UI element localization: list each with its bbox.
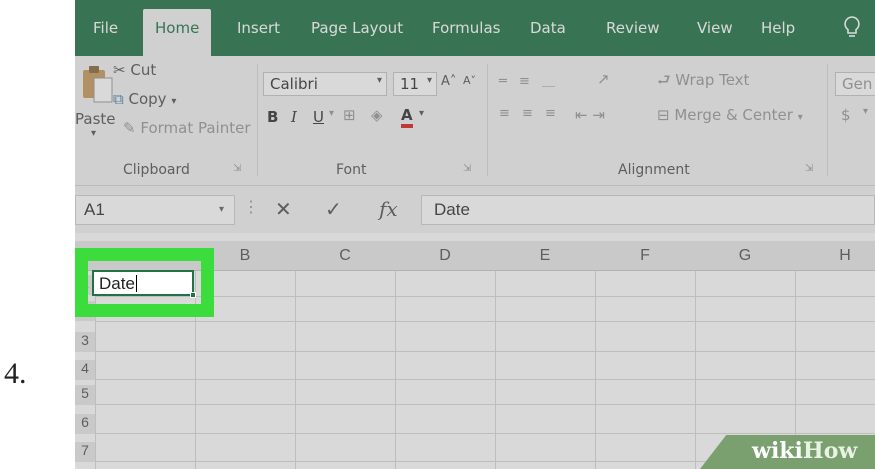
font-group-label: Font bbox=[336, 162, 367, 178]
excel-window: File Home Insert Page Layout Formulas Da… bbox=[75, 0, 875, 469]
row-header-5[interactable]: 5 bbox=[75, 385, 95, 405]
insert-function-icon[interactable]: fx bbox=[379, 197, 398, 221]
chevron-down-icon: ▾ bbox=[376, 75, 382, 86]
font-name-select[interactable]: Calibri ▾ bbox=[263, 72, 387, 96]
row-header-6[interactable]: 6 bbox=[75, 414, 95, 434]
underline-button[interactable]: U bbox=[313, 108, 324, 126]
column-header-d[interactable]: D bbox=[395, 241, 495, 271]
number-format-select[interactable]: Gen bbox=[835, 72, 875, 96]
scissors-icon: ✂ bbox=[113, 61, 126, 79]
brush-icon: ✎ bbox=[123, 119, 136, 137]
currency-button[interactable]: $ bbox=[841, 106, 851, 124]
wrap-text-icon: ⮐ bbox=[657, 71, 671, 89]
underline-dropdown-icon[interactable]: ▾ bbox=[329, 108, 334, 119]
formula-input[interactable]: Date bbox=[421, 195, 875, 225]
cut-button[interactable]: ✂ Cut bbox=[113, 61, 156, 79]
fill-handle[interactable] bbox=[190, 292, 196, 298]
copy-icon: ⧉ bbox=[113, 90, 124, 108]
decrease-font-icon[interactable]: A˅ bbox=[463, 74, 476, 87]
row-header-4[interactable]: 4 bbox=[75, 360, 95, 380]
tab-formulas[interactable]: Formulas bbox=[432, 19, 500, 37]
italic-button[interactable]: I bbox=[291, 108, 297, 126]
clipboard-launcher-icon[interactable]: ⇲ bbox=[233, 163, 241, 174]
tab-page-layout[interactable]: Page Layout bbox=[311, 19, 403, 37]
tab-review[interactable]: Review bbox=[606, 19, 660, 37]
tab-help[interactable]: Help bbox=[761, 19, 795, 37]
font-size-select[interactable]: 11 ▾ bbox=[393, 72, 437, 96]
vertical-align-icons[interactable]: ═ ≡ ＿ bbox=[499, 70, 559, 89]
wrap-text-button[interactable]: ⮐ Wrap Text bbox=[657, 70, 749, 95]
chevron-down-icon: ▾ bbox=[218, 204, 224, 215]
paste-dropdown-icon[interactable]: ▾ bbox=[91, 128, 96, 139]
copy-dropdown-icon: ▾ bbox=[171, 96, 177, 107]
ribbon-tab-bar: File Home Insert Page Layout Formulas Da… bbox=[75, 0, 875, 56]
font-color-icon[interactable]: A bbox=[401, 106, 413, 128]
separator bbox=[827, 64, 828, 176]
row-header-7[interactable]: 7 bbox=[75, 442, 95, 462]
increase-font-icon[interactable]: A˄ bbox=[441, 74, 456, 89]
currency-dropdown-icon[interactable]: ▾ bbox=[863, 106, 868, 117]
tab-home[interactable]: Home bbox=[143, 9, 212, 56]
cancel-icon[interactable]: ✕ bbox=[275, 197, 292, 221]
ribbon: Paste ▾ ✂ Cut ⧉ Copy ▾ ✎ Format Painter … bbox=[75, 56, 875, 186]
format-painter-button[interactable]: ✎ Format Painter bbox=[123, 119, 251, 137]
font-color-dropdown-icon[interactable]: ▾ bbox=[419, 108, 424, 119]
borders-icon[interactable]: ⊞ bbox=[343, 106, 356, 124]
tab-data[interactable]: Data bbox=[530, 19, 566, 37]
enter-icon[interactable]: ✓ bbox=[325, 197, 342, 221]
tab-insert[interactable]: Insert bbox=[237, 19, 280, 37]
orientation-icon[interactable]: ↗ bbox=[597, 70, 610, 88]
text-cursor bbox=[135, 275, 137, 292]
copy-button[interactable]: ⧉ Copy ▾ bbox=[113, 90, 176, 108]
fill-color-icon[interactable]: ◈ bbox=[371, 106, 383, 124]
name-box[interactable]: A1 ▾ bbox=[75, 195, 235, 225]
separator bbox=[487, 64, 488, 176]
column-header-f[interactable]: F bbox=[595, 241, 695, 271]
font-launcher-icon[interactable]: ⇲ bbox=[463, 163, 471, 174]
bold-button[interactable]: B bbox=[267, 108, 278, 126]
tab-file[interactable]: File bbox=[93, 19, 118, 37]
formula-bar: A1 ▾ ⋮ ✕ ✓ fx Date bbox=[75, 187, 875, 233]
more-icon: ⋮ bbox=[243, 197, 259, 216]
clipboard-group-label: Clipboard bbox=[123, 162, 190, 178]
column-header-h[interactable]: H bbox=[795, 241, 875, 271]
row-header-3[interactable]: 3 bbox=[75, 332, 95, 352]
column-header-g[interactable]: G bbox=[695, 241, 795, 271]
lightbulb-icon[interactable] bbox=[843, 15, 873, 41]
alignment-launcher-icon[interactable]: ⇲ bbox=[805, 163, 813, 174]
horizontal-align-icons[interactable]: ≡ ≡ ≡ bbox=[499, 106, 560, 121]
merge-center-button[interactable]: ⊟ Merge & Center ▾ bbox=[657, 106, 803, 124]
merge-icon: ⊟ bbox=[657, 106, 670, 124]
wikihow-watermark: wikiHow bbox=[700, 435, 875, 469]
cell-a1[interactable]: Date bbox=[92, 270, 196, 298]
alignment-group-label: Alignment bbox=[618, 162, 690, 178]
paste-icon[interactable] bbox=[81, 64, 115, 106]
indent-icons[interactable]: ⇤ ⇥ bbox=[575, 106, 605, 124]
chevron-down-icon: ▾ bbox=[426, 75, 432, 86]
column-header-c[interactable]: C bbox=[295, 241, 395, 271]
column-header-e[interactable]: E bbox=[495, 241, 595, 271]
separator bbox=[257, 64, 258, 176]
paste-button[interactable]: Paste bbox=[75, 110, 116, 128]
tab-view[interactable]: View bbox=[697, 19, 733, 37]
step-number: 4. bbox=[4, 357, 27, 390]
